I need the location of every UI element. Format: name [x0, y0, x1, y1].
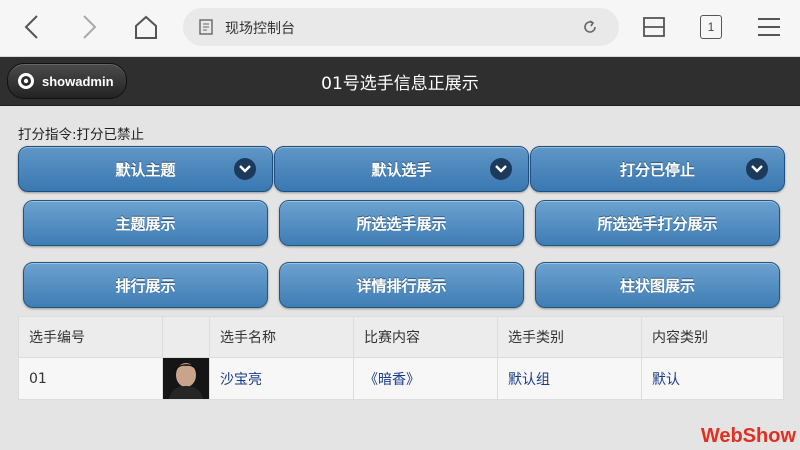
watermark: WebShow — [700, 425, 796, 447]
contestant-name: 沙宝亮 — [209, 357, 354, 400]
contestant-table: 选手编号 选手名称 比赛内容 选手类别 内容类别 01 沙宝亮 《暗香》 默认组… — [18, 316, 784, 400]
page-icon — [199, 19, 213, 35]
theme-display-button[interactable]: 主题展示 — [23, 200, 268, 246]
detailed-ranking-display-button[interactable]: 详情排行展示 — [279, 262, 524, 308]
theme-select-label: 默认主题 — [115, 160, 176, 179]
table-header-row: 选手编号 选手名称 比赛内容 选手类别 内容类别 — [18, 316, 784, 358]
selected-contestant-score-display-button[interactable]: 所选选手打分展示 — [535, 200, 780, 246]
column-header: 内容类别 — [641, 316, 784, 358]
contest-content: 《暗香》 — [353, 357, 498, 400]
column-header: 选手类别 — [497, 316, 642, 358]
column-header — [162, 316, 210, 358]
selected-contestant-display-button[interactable]: 所选选手展示 — [279, 200, 524, 246]
column-header: 选手名称 — [209, 316, 354, 358]
page-title: 01号选手信息正展示 — [321, 74, 479, 94]
column-header: 选手编号 — [18, 316, 163, 358]
photo-cell — [162, 357, 210, 400]
url-title: 现场控制台 — [225, 21, 295, 37]
reload-icon[interactable] — [581, 18, 599, 36]
ranking-display-button[interactable]: 排行展示 — [23, 262, 268, 308]
theme-select[interactable]: 默认主题 — [18, 146, 273, 192]
contestant-avatar — [163, 358, 209, 399]
chevron-down-icon — [490, 158, 512, 180]
content-category: 默认 — [641, 357, 784, 400]
contestant-select[interactable]: 默认选手 — [274, 146, 529, 192]
scoring-status-text: 打分指令:打分已禁止 — [18, 127, 145, 143]
contestant-category: 默认组 — [497, 357, 642, 400]
url-bar[interactable]: 现场控制台 — [183, 8, 619, 46]
back-icon[interactable] — [15, 10, 49, 44]
home-icon[interactable] — [129, 10, 163, 44]
reader-mode-icon[interactable] — [637, 10, 671, 44]
scoring-select-label: 打分已停止 — [619, 160, 695, 179]
table-row[interactable]: 01 沙宝亮 《暗香》 默认组 默认 — [18, 357, 784, 400]
app-header: showadmin 01号选手信息正展示 — [0, 57, 800, 106]
tabs-count-button[interactable]: 1 — [700, 15, 722, 39]
contestant-select-label: 默认选手 — [371, 160, 432, 179]
bar-chart-display-button[interactable]: 柱状图展示 — [535, 262, 780, 308]
forward-icon[interactable] — [72, 10, 106, 44]
menu-icon[interactable] — [752, 10, 786, 44]
chevron-down-icon — [746, 158, 768, 180]
contestant-id: 01 — [18, 357, 163, 400]
column-header: 比赛内容 — [353, 316, 498, 358]
scoring-select[interactable]: 打分已停止 — [530, 146, 785, 192]
chevron-down-icon — [234, 158, 256, 180]
browser-toolbar: 现场控制台 1 — [0, 0, 800, 57]
